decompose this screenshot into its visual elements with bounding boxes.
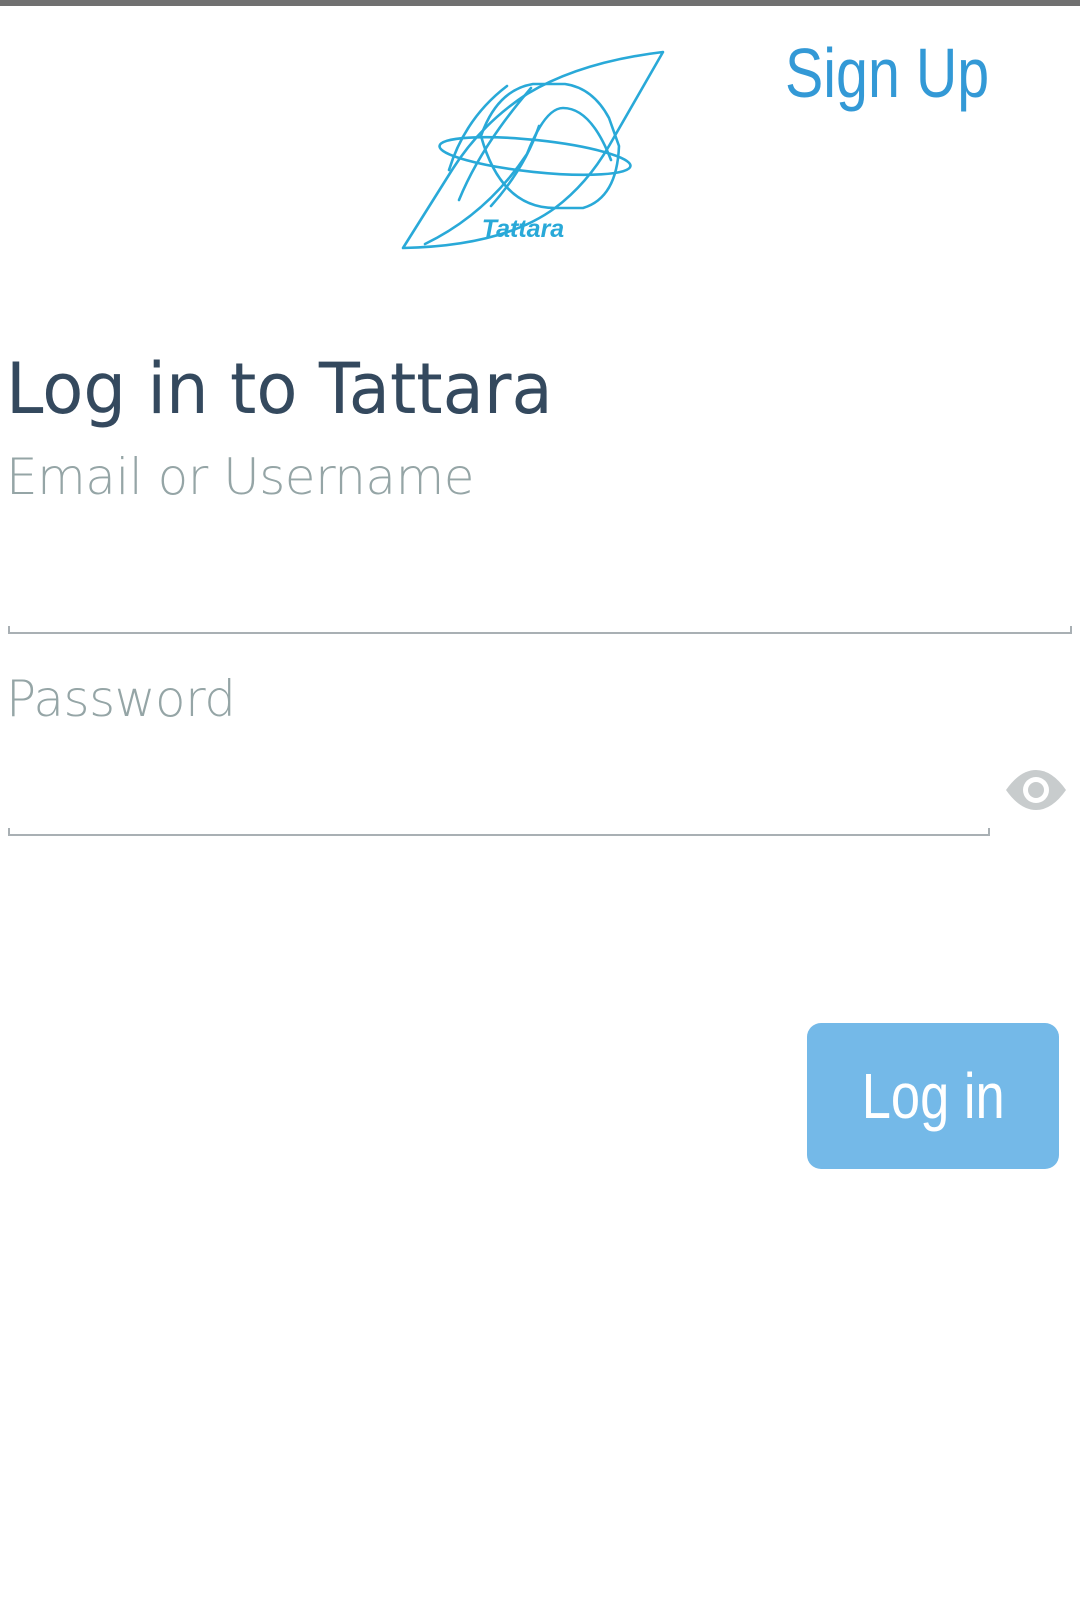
log-in-button[interactable]: Log in [807, 1023, 1059, 1169]
tattara-logo: Tattara [395, 48, 685, 256]
email-field-label: Email or Username [6, 448, 475, 506]
logo-wordmark: Tattara [482, 215, 565, 243]
password-field-label: Password [6, 670, 236, 728]
email-field-underline [8, 626, 1072, 634]
sign-up-link[interactable]: Sign Up [785, 32, 989, 114]
email-username-input[interactable] [8, 548, 1070, 620]
page-title: Log in to Tattara [6, 348, 553, 430]
password-field-underline [8, 828, 990, 836]
top-bar [0, 0, 1080, 6]
password-input[interactable] [8, 750, 988, 822]
log-in-button-label: Log in [861, 1060, 1005, 1132]
eye-icon [1006, 770, 1066, 810]
show-password-toggle[interactable] [1004, 768, 1068, 812]
